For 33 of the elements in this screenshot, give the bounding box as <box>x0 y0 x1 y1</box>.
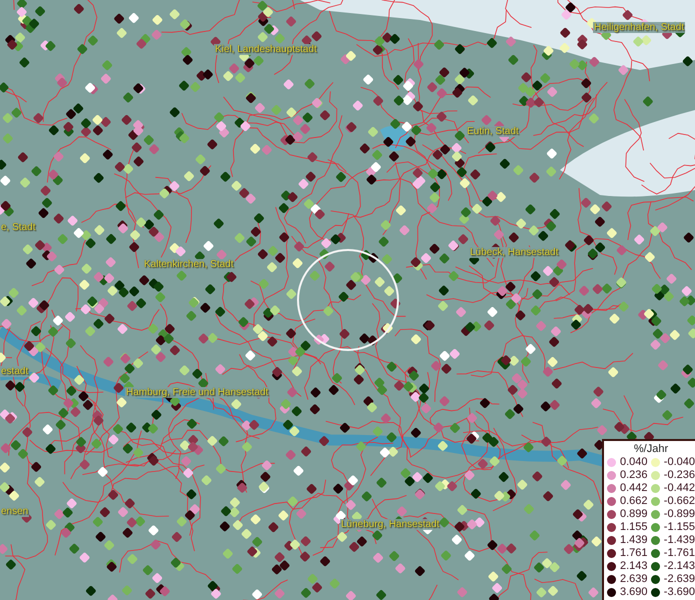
legend-label: -0.236 <box>664 469 695 482</box>
legend-label: 0.662 <box>620 495 648 508</box>
place-label: Kaltenkirchen, Stadt <box>143 259 234 270</box>
legend-label: -1.155 <box>664 521 695 534</box>
place-label: Heiligenhafen, Stadt <box>593 22 686 33</box>
legend-label: -0.040 <box>664 456 695 469</box>
legend-label: 0.442 <box>620 482 648 495</box>
place-label: Lüneburg, Hansestadt <box>340 519 440 530</box>
place-label: Hamburg, Freie und Hansestadt <box>125 387 270 398</box>
legend-label: -0.442 <box>664 482 695 495</box>
place-label: Eutin, Stadt <box>466 126 520 137</box>
legend-label: 0.899 <box>620 508 648 521</box>
place-label: ensen <box>0 506 30 517</box>
legend-label: -0.899 <box>664 508 695 521</box>
legend-label: -2.639 <box>664 573 695 586</box>
legend-label: 2.639 <box>620 573 648 586</box>
place-label: Kiel, Landeshauptstadt <box>214 44 318 55</box>
legend-label: 3.690 <box>620 586 648 599</box>
place-label: Lübeck, Hansestadt <box>469 247 560 258</box>
legend-label: 0.236 <box>620 469 648 482</box>
legend-label: 1.761 <box>620 547 648 560</box>
legend-label: -0.662 <box>664 495 695 508</box>
place-label: estadt <box>0 366 30 377</box>
legend-label: -3.690 <box>664 586 695 599</box>
legend-title: %/Jahr <box>632 443 670 456</box>
legend-label: 2.143 <box>620 560 648 573</box>
legend-label: 0.040 <box>620 456 648 469</box>
legend-label: 1.439 <box>620 534 648 547</box>
legend-label: -1.439 <box>664 534 695 547</box>
legend-label: -2.143 <box>664 560 695 573</box>
place-label: e, Stadt <box>0 222 36 233</box>
legend-label: 1.155 <box>620 521 648 534</box>
legend-label: -1.761 <box>664 547 695 560</box>
